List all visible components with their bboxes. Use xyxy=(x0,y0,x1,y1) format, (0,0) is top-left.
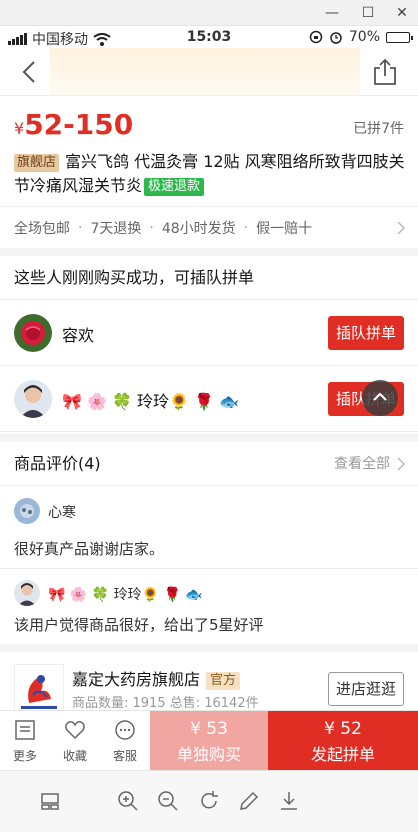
group-buy-heading: 这些人刚刚购买成功，可插队拼单 xyxy=(0,256,418,300)
viewer-toolbar xyxy=(0,770,418,832)
start-group-buy-button[interactable]: ¥ 52 发起拼单 xyxy=(268,711,418,771)
favorite-button[interactable]: 收藏 xyxy=(50,711,100,771)
chevron-right-icon xyxy=(397,221,406,235)
official-tag: 官方 xyxy=(206,672,241,690)
service-item: 7天退换 xyxy=(90,220,142,237)
join-group-button[interactable]: 插队拼单 xyxy=(328,316,404,350)
customer-service-button[interactable]: 客服 xyxy=(100,711,150,771)
reviewer-name: 心寒 xyxy=(48,505,76,521)
chat-icon xyxy=(115,720,135,740)
rotation-lock-icon xyxy=(309,30,323,44)
floating-scroll-button[interactable] xyxy=(362,380,398,416)
zoom-in-icon[interactable] xyxy=(116,789,140,813)
avatar xyxy=(14,498,40,524)
download-icon[interactable] xyxy=(277,789,301,813)
shop-stats: 商品数量: 1915 总售: 16142件 xyxy=(72,696,259,711)
battery-percent: 70% xyxy=(348,29,380,45)
sold-count: 已拼7件 xyxy=(353,121,404,137)
layout-icon[interactable] xyxy=(38,789,62,813)
close-icon[interactable]: ✕ xyxy=(390,3,414,23)
review-text: 该用户觉得商品很好，给出了5星好评 xyxy=(14,616,264,634)
group-row: 🎀 🌸 🍀 玲玲🌻 🌹 🐟 插队拼单 xyxy=(0,366,418,432)
bottom-action-bar: 更多 收藏 客服 ¥ 53 单独购买 ¥ 52 发起拼单 xyxy=(0,710,418,771)
buy-single-button[interactable]: ¥ 53 单独购买 xyxy=(150,711,268,771)
avatar xyxy=(14,380,52,418)
price-range: ¥52-150 xyxy=(14,108,134,141)
edit-icon[interactable] xyxy=(237,789,261,813)
chevron-right-icon xyxy=(397,457,406,471)
section-divider xyxy=(0,434,418,442)
view-all-reviews-link[interactable]: 查看全部 xyxy=(334,442,390,486)
back-icon[interactable] xyxy=(18,60,42,84)
enter-shop-button[interactable]: 进店逛逛 xyxy=(328,672,404,706)
chevron-up-icon xyxy=(373,392,387,401)
status-bar: 中国移动 15:03 70% xyxy=(0,26,418,48)
flagship-tag: 旗舰店 xyxy=(14,154,60,172)
divider xyxy=(0,568,418,569)
section-divider xyxy=(0,248,418,256)
window-title-bar: — ☐ ✕ xyxy=(0,0,418,26)
heart-icon xyxy=(65,721,85,740)
avatar xyxy=(14,580,40,606)
review-text: 很好真产品谢谢店家。 xyxy=(14,540,165,558)
shop-card: 嘉定大药房旗舰店 官方 商品数量: 1915 总售: 16142件 进店逛逛 xyxy=(0,652,418,714)
service-item: 全场包邮 xyxy=(14,220,70,237)
service-item: 假一赔十 xyxy=(256,220,313,237)
reviewer-name: 🎀 🌸 🍀 玲玲🌻 🌹 🐟 xyxy=(48,587,203,603)
alarm-icon xyxy=(330,32,342,44)
product-title: 旗舰店 富兴飞鸽 代温灸膏 12贴 风寒阻络所致背四肢关节冷痛风湿关节炎 极速退款 xyxy=(14,152,405,196)
header-banner xyxy=(50,48,360,95)
share-icon[interactable] xyxy=(372,58,398,86)
battery-icon xyxy=(386,31,413,43)
group-row: 容欢 插队拼单 xyxy=(0,300,418,366)
more-icon xyxy=(15,720,35,740)
avatar xyxy=(14,314,52,352)
group-user-name: 容欢 xyxy=(62,326,95,345)
product-summary: ¥52-150 已拼7件 旗舰店 富兴飞鸽 代温灸膏 12贴 风寒阻络所致背四肢关… xyxy=(0,96,418,206)
maximize-icon[interactable]: ☐ xyxy=(356,3,380,23)
minimize-icon[interactable]: — xyxy=(320,3,344,23)
section-divider xyxy=(0,644,418,652)
reviews-heading: 商品评价(4) 查看全部 xyxy=(0,442,418,486)
zoom-out-icon[interactable] xyxy=(156,789,180,813)
review-item: 🎀 🌸 🍀 玲玲🌻 🌹 🐟 该用户觉得商品很好，给出了5星好评 xyxy=(14,580,406,644)
review-item: 心寒 很好真产品谢谢店家。 xyxy=(14,498,406,568)
shop-logo xyxy=(14,664,64,714)
rotate-icon[interactable] xyxy=(197,789,221,813)
service-item: 48小时发货 xyxy=(161,220,236,237)
nav-bar xyxy=(0,48,418,96)
more-button[interactable]: 更多 xyxy=(0,711,50,771)
fast-refund-tag: 极速退款 xyxy=(144,178,205,196)
service-guarantees[interactable]: 全场包邮 · 7天退换 · 48小时发货 · 假一赔十 xyxy=(0,206,418,248)
group-user-name: 🎀 🌸 🍀 玲玲🌻 🌹 🐟 xyxy=(62,392,239,411)
shop-name: 嘉定大药房旗舰店 官方 xyxy=(72,666,241,690)
